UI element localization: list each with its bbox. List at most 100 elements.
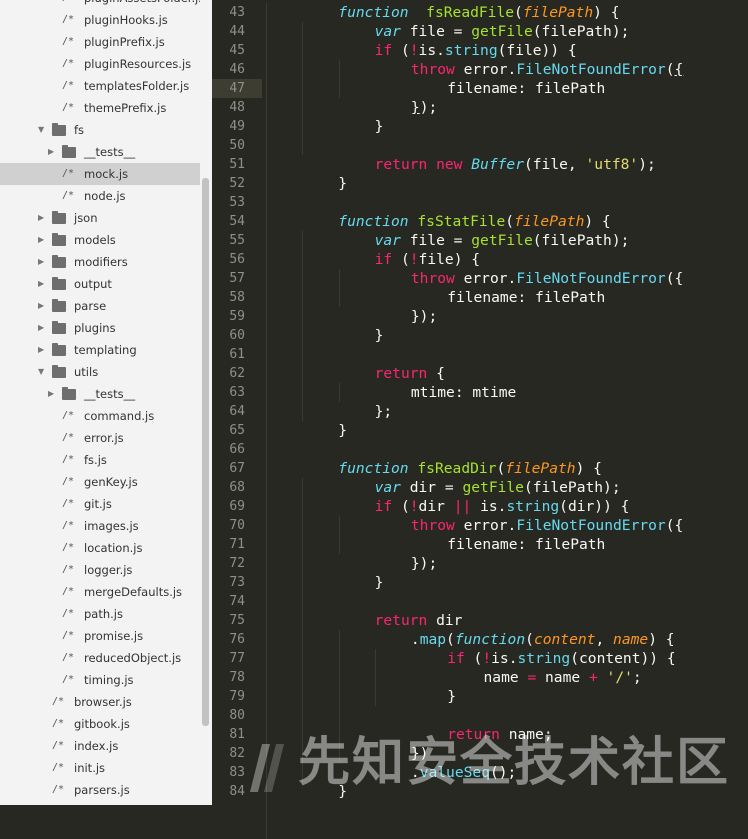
tree-file-item[interactable]: /* browser.js — [0, 691, 200, 713]
tree-file-item[interactable]: /* images.js — [0, 515, 200, 537]
tree-file-item[interactable]: /* logger.js — [0, 559, 200, 581]
tree-file-item[interactable]: /* pluginResources.js — [0, 53, 200, 75]
tree-file-item[interactable]: /* location.js — [0, 537, 200, 559]
chevron-right-icon[interactable]: ▶ — [38, 229, 44, 251]
chevron-right-icon[interactable]: ▶ — [38, 317, 44, 339]
code-line[interactable]: .map(function(content, name) { — [411, 630, 675, 649]
code-line[interactable]: mtime: mtime — [411, 383, 516, 402]
code-line[interactable]: name = name + '/'; — [484, 668, 642, 687]
tree-file-item[interactable]: /* promise.js — [0, 625, 200, 647]
chevron-right-icon[interactable]: ▶ — [38, 339, 44, 361]
tree-file-item[interactable]: /* pluginHooks.js — [0, 9, 200, 31]
code-token: ( — [514, 4, 523, 21]
tree-item-label: templating — [74, 343, 137, 357]
code-line[interactable]: } — [375, 573, 384, 592]
tree-file-item[interactable]: /* templatesFolder.js — [0, 75, 200, 97]
tree-folder-item[interactable]: ▶ json — [0, 207, 200, 229]
code-line[interactable]: }); — [411, 307, 437, 326]
tree-file-item[interactable]: /* index.js — [0, 735, 200, 757]
tree-folder-item[interactable]: ▶ output — [0, 273, 200, 295]
code-line[interactable]: filename: filePath — [447, 535, 605, 554]
tree-file-item[interactable]: /* pluginAssetsFolder.js — [0, 0, 204, 9]
code-line[interactable]: } — [375, 326, 384, 345]
code-line[interactable]: var file = getFile(filePath); — [375, 231, 630, 250]
code-line[interactable]: } — [338, 421, 347, 440]
tree-file-item[interactable]: /* mock.js — [0, 163, 200, 185]
code-line[interactable]: return { — [375, 364, 445, 383]
js-file-icon: /* — [62, 476, 75, 487]
tree-folder-item[interactable]: ▶ __tests__ — [0, 383, 200, 405]
tree-file-item[interactable]: /* pluginPrefix.js — [0, 31, 200, 53]
code-line[interactable]: if (!is.string(file)) { — [375, 41, 577, 60]
line-number: 71 — [229, 537, 245, 552]
chevron-right-icon[interactable]: ▶ — [38, 295, 44, 317]
line-number: 66 — [229, 442, 245, 457]
line-number: 53 — [229, 195, 245, 210]
tree-item-label: fs — [74, 123, 85, 137]
tree-file-item[interactable]: /* parsers.js — [0, 779, 200, 801]
tree-file-item[interactable]: /* timing.js — [0, 669, 200, 691]
tree-file-item[interactable]: /* node.js — [0, 185, 200, 207]
code-editor[interactable]: 43 44 45 46 47 48 49 50 51 52 53 54 55 56 57 58 59 60 61 62… — [212, 0, 748, 839]
tree-file-item[interactable]: /* git.js — [0, 493, 200, 515]
code-line[interactable]: return dir — [375, 611, 463, 630]
code-token: fsReadDir — [417, 460, 497, 477]
code-line[interactable]: } — [338, 174, 347, 193]
chevron-right-icon[interactable]: ▶ — [38, 207, 44, 229]
tree-folder-item[interactable]: ▶ __tests__ — [0, 141, 200, 163]
tree-file-item[interactable]: /* path.js — [0, 603, 200, 625]
code-area[interactable]: function fsReadFile(filePath) {var file … — [302, 0, 748, 805]
js-file-icon: /* — [62, 410, 75, 421]
chevron-right-icon[interactable]: ▶ — [48, 141, 54, 163]
code-line[interactable]: var file = getFile(filePath); — [375, 22, 630, 41]
code-line[interactable]: if (!is.string(content)) { — [447, 649, 675, 668]
code-line[interactable]: } — [447, 687, 456, 706]
code-line[interactable]: }); — [411, 554, 437, 573]
tree-folder-item[interactable]: ▼ utils — [0, 361, 200, 383]
code-line[interactable]: filename: filePath — [447, 288, 605, 307]
tree-file-item[interactable]: /* gitbook.js — [0, 713, 200, 735]
sidebar-scrollbar-thumb[interactable] — [202, 178, 209, 726]
chevron-right-icon[interactable]: ▶ — [48, 383, 54, 405]
tree-folder-item[interactable]: ▶ templating — [0, 339, 200, 361]
js-file-icon: /* — [62, 630, 75, 641]
code-line[interactable]: function fsReadFile(filePath) { — [338, 3, 619, 22]
tree-item-label: git.js — [84, 497, 112, 511]
tree-file-item[interactable]: /* command.js — [0, 405, 200, 427]
chevron-right-icon[interactable]: ▶ — [38, 273, 44, 295]
code-line[interactable]: var dir = getFile(filePath); — [375, 478, 621, 497]
tree-file-item[interactable]: /* init.js — [0, 757, 200, 779]
tree-folder-item[interactable]: ▶ parse — [0, 295, 200, 317]
code-line[interactable]: filename: filePath — [447, 79, 605, 98]
code-line[interactable]: function fsStatFile(filePath) { — [338, 212, 610, 231]
code-line[interactable]: throw error.FileNotFoundError({ — [411, 60, 683, 79]
code-line[interactable]: function fsReadDir(filePath) { — [338, 459, 602, 478]
chevron-down-icon[interactable]: ▼ — [38, 119, 44, 141]
tree-item-label: mergeDefaults.js — [84, 585, 183, 599]
watermark-text: 先知安全技术社区 — [298, 733, 731, 793]
code-line[interactable]: } — [375, 117, 384, 136]
code-token: ! — [409, 42, 419, 59]
code-line[interactable]: return new Buffer(file, 'utf8'); — [375, 155, 656, 174]
chevron-right-icon[interactable]: ▶ — [38, 251, 44, 273]
tree-folder-item[interactable]: ▶ models — [0, 229, 200, 251]
code-line[interactable]: }; — [375, 402, 393, 421]
tree-file-item[interactable]: /* error.js — [0, 427, 200, 449]
tree-folder-item[interactable]: ▶ plugins — [0, 317, 200, 339]
tree-folder-item[interactable]: ▼ fs — [0, 119, 200, 141]
tree-file-item[interactable]: /* fs.js — [0, 449, 200, 471]
chevron-down-icon[interactable]: ▼ — [38, 361, 44, 383]
line-number: 84 — [229, 784, 245, 799]
tree-folder-item[interactable]: ▶ modifiers — [0, 251, 200, 273]
code-line[interactable]: if (!dir || is.string(dir)) { — [375, 497, 630, 516]
code-line[interactable]: }); — [411, 98, 437, 117]
code-line[interactable]: if (!file) { — [375, 250, 480, 269]
code-line[interactable]: throw error.FileNotFoundError({ — [411, 269, 683, 288]
tree-file-item[interactable]: /* themePrefix.js — [0, 97, 200, 119]
tree-file-item[interactable]: /* mergeDefaults.js — [0, 581, 200, 603]
code-line[interactable]: throw error.FileNotFoundError({ — [411, 516, 683, 535]
tree-file-item[interactable]: /* reducedObject.js — [0, 647, 200, 669]
code-token: || — [453, 498, 472, 515]
file-tree: /*pluginAssetsFolder.js/*pluginHooks.js/… — [0, 0, 204, 801]
tree-file-item[interactable]: /* genKey.js — [0, 471, 200, 493]
